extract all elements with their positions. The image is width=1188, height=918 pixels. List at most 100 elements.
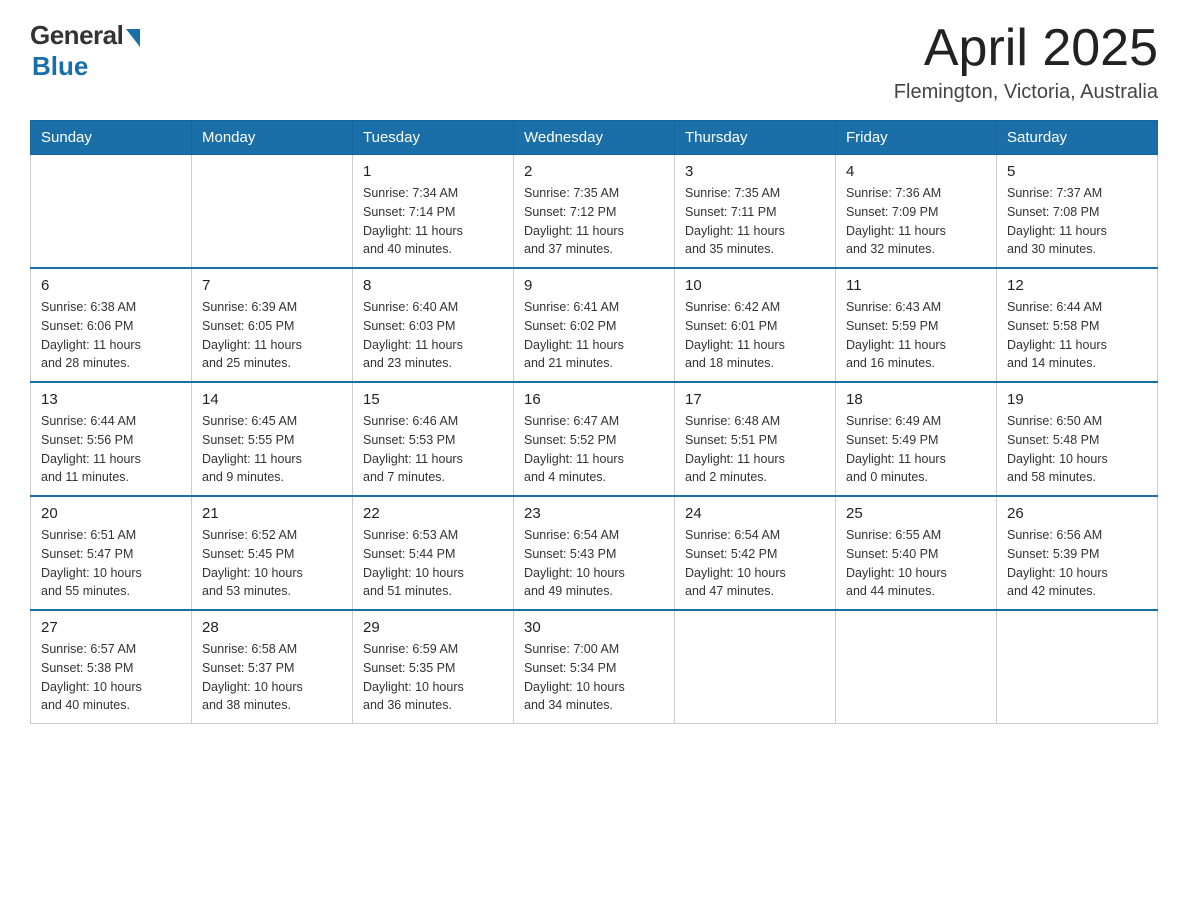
- day-number: 12: [1007, 277, 1147, 294]
- week-row-1: 1 Sunrise: 7:34 AM Sunset: 7:14 PM Daylig…: [31, 155, 1158, 269]
- day-number: 14: [202, 391, 342, 408]
- day-number: 11: [846, 277, 986, 294]
- day-info: Sunrise: 7:00 AM Sunset: 5:34 PM Dayligh…: [524, 640, 664, 715]
- week-row-4: 20 Sunrise: 6:51 AM Sunset: 5:47 PM Dayli…: [31, 496, 1158, 610]
- logo-arrow-icon: [126, 29, 140, 47]
- day-info: Sunrise: 6:59 AM Sunset: 5:35 PM Dayligh…: [363, 640, 503, 715]
- day-info: Sunrise: 6:48 AM Sunset: 5:51 PM Dayligh…: [685, 412, 825, 487]
- week-row-2: 6 Sunrise: 6:38 AM Sunset: 6:06 PM Daylig…: [31, 268, 1158, 382]
- location-label: Flemington, Victoria, Australia: [894, 81, 1158, 104]
- calendar-cell: 11 Sunrise: 6:43 AM Sunset: 5:59 PM Dayli…: [836, 268, 997, 382]
- title-section: April 2025 Flemington, Victoria, Austral…: [894, 20, 1158, 104]
- calendar-cell: 9 Sunrise: 6:41 AM Sunset: 6:02 PM Daylig…: [514, 268, 675, 382]
- day-number: 20: [41, 505, 181, 522]
- calendar-cell: 15 Sunrise: 6:46 AM Sunset: 5:53 PM Dayli…: [353, 382, 514, 496]
- day-info: Sunrise: 6:52 AM Sunset: 5:45 PM Dayligh…: [202, 526, 342, 601]
- day-info: Sunrise: 6:54 AM Sunset: 5:42 PM Dayligh…: [685, 526, 825, 601]
- calendar-cell: 12 Sunrise: 6:44 AM Sunset: 5:58 PM Dayli…: [997, 268, 1158, 382]
- col-header-friday: Friday: [836, 121, 997, 155]
- logo-general-text: General: [30, 20, 123, 51]
- page-header: General Blue April 2025 Flemington, Vict…: [30, 20, 1158, 104]
- calendar-cell: 24 Sunrise: 6:54 AM Sunset: 5:42 PM Dayli…: [675, 496, 836, 610]
- day-info: Sunrise: 6:49 AM Sunset: 5:49 PM Dayligh…: [846, 412, 986, 487]
- calendar-cell: 3 Sunrise: 7:35 AM Sunset: 7:11 PM Daylig…: [675, 155, 836, 269]
- calendar-cell: 22Sunrise: 6:53 AM Sunset: 5:44 PM Dayli…: [353, 496, 514, 610]
- day-info: Sunrise: 6:55 AM Sunset: 5:40 PM Dayligh…: [846, 526, 986, 601]
- day-number: 15: [363, 391, 503, 408]
- calendar-cell: [675, 610, 836, 724]
- calendar-cell: [31, 155, 192, 269]
- calendar-cell: 17 Sunrise: 6:48 AM Sunset: 5:51 PM Dayli…: [675, 382, 836, 496]
- week-row-5: 27 Sunrise: 6:57 AM Sunset: 5:38 PM Dayli…: [31, 610, 1158, 724]
- day-info: Sunrise: 7:35 AM Sunset: 7:12 PM Dayligh…: [524, 184, 664, 259]
- calendar-cell: 29 Sunrise: 6:59 AM Sunset: 5:35 PM Dayli…: [353, 610, 514, 724]
- calendar-cell: 10 Sunrise: 6:42 AM Sunset: 6:01 PM Dayli…: [675, 268, 836, 382]
- day-number: 29: [363, 619, 503, 636]
- day-info: Sunrise: 7:34 AM Sunset: 7:14 PM Dayligh…: [363, 184, 503, 259]
- header-row: SundayMondayTuesdayWednesdayThursdayFrid…: [31, 121, 1158, 155]
- day-number: 10: [685, 277, 825, 294]
- calendar-cell: 5Sunrise: 7:37 AM Sunset: 7:08 PM Daylig…: [997, 155, 1158, 269]
- col-header-sunday: Sunday: [31, 121, 192, 155]
- calendar-cell: 7 Sunrise: 6:39 AM Sunset: 6:05 PM Daylig…: [192, 268, 353, 382]
- day-info: Sunrise: 6:41 AM Sunset: 6:02 PM Dayligh…: [524, 298, 664, 373]
- day-number: 27: [41, 619, 181, 636]
- calendar-cell: 6 Sunrise: 6:38 AM Sunset: 6:06 PM Daylig…: [31, 268, 192, 382]
- day-info: Sunrise: 6:57 AM Sunset: 5:38 PM Dayligh…: [41, 640, 181, 715]
- day-info: Sunrise: 6:44 AM Sunset: 5:56 PM Dayligh…: [41, 412, 181, 487]
- day-number: 28: [202, 619, 342, 636]
- col-header-wednesday: Wednesday: [514, 121, 675, 155]
- day-number: 17: [685, 391, 825, 408]
- day-number: 21: [202, 505, 342, 522]
- day-number: 13: [41, 391, 181, 408]
- calendar-cell: 13 Sunrise: 6:44 AM Sunset: 5:56 PM Dayli…: [31, 382, 192, 496]
- calendar-cell: 23Sunrise: 6:54 AM Sunset: 5:43 PM Dayli…: [514, 496, 675, 610]
- day-info: Sunrise: 6:38 AM Sunset: 6:06 PM Dayligh…: [41, 298, 181, 373]
- day-number: 24: [685, 505, 825, 522]
- day-number: 25: [846, 505, 986, 522]
- calendar-cell: 26 Sunrise: 6:56 AM Sunset: 5:39 PM Dayli…: [997, 496, 1158, 610]
- day-number: 1: [363, 163, 503, 180]
- day-number: 26: [1007, 505, 1147, 522]
- day-info: Sunrise: 6:44 AM Sunset: 5:58 PM Dayligh…: [1007, 298, 1147, 373]
- day-number: 4: [846, 163, 986, 180]
- calendar-cell: 27 Sunrise: 6:57 AM Sunset: 5:38 PM Dayli…: [31, 610, 192, 724]
- day-info: Sunrise: 6:58 AM Sunset: 5:37 PM Dayligh…: [202, 640, 342, 715]
- day-info: Sunrise: 6:39 AM Sunset: 6:05 PM Dayligh…: [202, 298, 342, 373]
- calendar-cell: 18Sunrise: 6:49 AM Sunset: 5:49 PM Dayli…: [836, 382, 997, 496]
- calendar-cell: 14Sunrise: 6:45 AM Sunset: 5:55 PM Dayli…: [192, 382, 353, 496]
- day-info: Sunrise: 6:42 AM Sunset: 6:01 PM Dayligh…: [685, 298, 825, 373]
- logo-blue-text: Blue: [32, 51, 88, 82]
- calendar-cell: 4 Sunrise: 7:36 AM Sunset: 7:09 PM Daylig…: [836, 155, 997, 269]
- day-number: 6: [41, 277, 181, 294]
- day-info: Sunrise: 6:46 AM Sunset: 5:53 PM Dayligh…: [363, 412, 503, 487]
- col-header-tuesday: Tuesday: [353, 121, 514, 155]
- day-number: 7: [202, 277, 342, 294]
- calendar-cell: 30Sunrise: 7:00 AM Sunset: 5:34 PM Dayli…: [514, 610, 675, 724]
- day-number: 8: [363, 277, 503, 294]
- day-info: Sunrise: 6:56 AM Sunset: 5:39 PM Dayligh…: [1007, 526, 1147, 601]
- calendar-cell: 16Sunrise: 6:47 AM Sunset: 5:52 PM Dayli…: [514, 382, 675, 496]
- calendar-table: SundayMondayTuesdayWednesdayThursdayFrid…: [30, 120, 1158, 724]
- col-header-thursday: Thursday: [675, 121, 836, 155]
- day-info: Sunrise: 6:53 AM Sunset: 5:44 PM Dayligh…: [363, 526, 503, 601]
- month-title: April 2025: [894, 20, 1158, 77]
- day-info: Sunrise: 6:51 AM Sunset: 5:47 PM Dayligh…: [41, 526, 181, 601]
- logo: General Blue: [30, 20, 140, 82]
- calendar-cell: 8 Sunrise: 6:40 AM Sunset: 6:03 PM Daylig…: [353, 268, 514, 382]
- day-number: 2: [524, 163, 664, 180]
- col-header-monday: Monday: [192, 121, 353, 155]
- day-number: 3: [685, 163, 825, 180]
- calendar-cell: 25 Sunrise: 6:55 AM Sunset: 5:40 PM Dayli…: [836, 496, 997, 610]
- day-number: 9: [524, 277, 664, 294]
- calendar-cell: 28 Sunrise: 6:58 AM Sunset: 5:37 PM Dayli…: [192, 610, 353, 724]
- calendar-cell: [836, 610, 997, 724]
- week-row-3: 13 Sunrise: 6:44 AM Sunset: 5:56 PM Dayli…: [31, 382, 1158, 496]
- day-info: Sunrise: 6:43 AM Sunset: 5:59 PM Dayligh…: [846, 298, 986, 373]
- calendar-cell: [192, 155, 353, 269]
- day-info: Sunrise: 6:40 AM Sunset: 6:03 PM Dayligh…: [363, 298, 503, 373]
- calendar-cell: [997, 610, 1158, 724]
- day-info: Sunrise: 7:35 AM Sunset: 7:11 PM Dayligh…: [685, 184, 825, 259]
- day-info: Sunrise: 7:36 AM Sunset: 7:09 PM Dayligh…: [846, 184, 986, 259]
- calendar-cell: 19Sunrise: 6:50 AM Sunset: 5:48 PM Dayli…: [997, 382, 1158, 496]
